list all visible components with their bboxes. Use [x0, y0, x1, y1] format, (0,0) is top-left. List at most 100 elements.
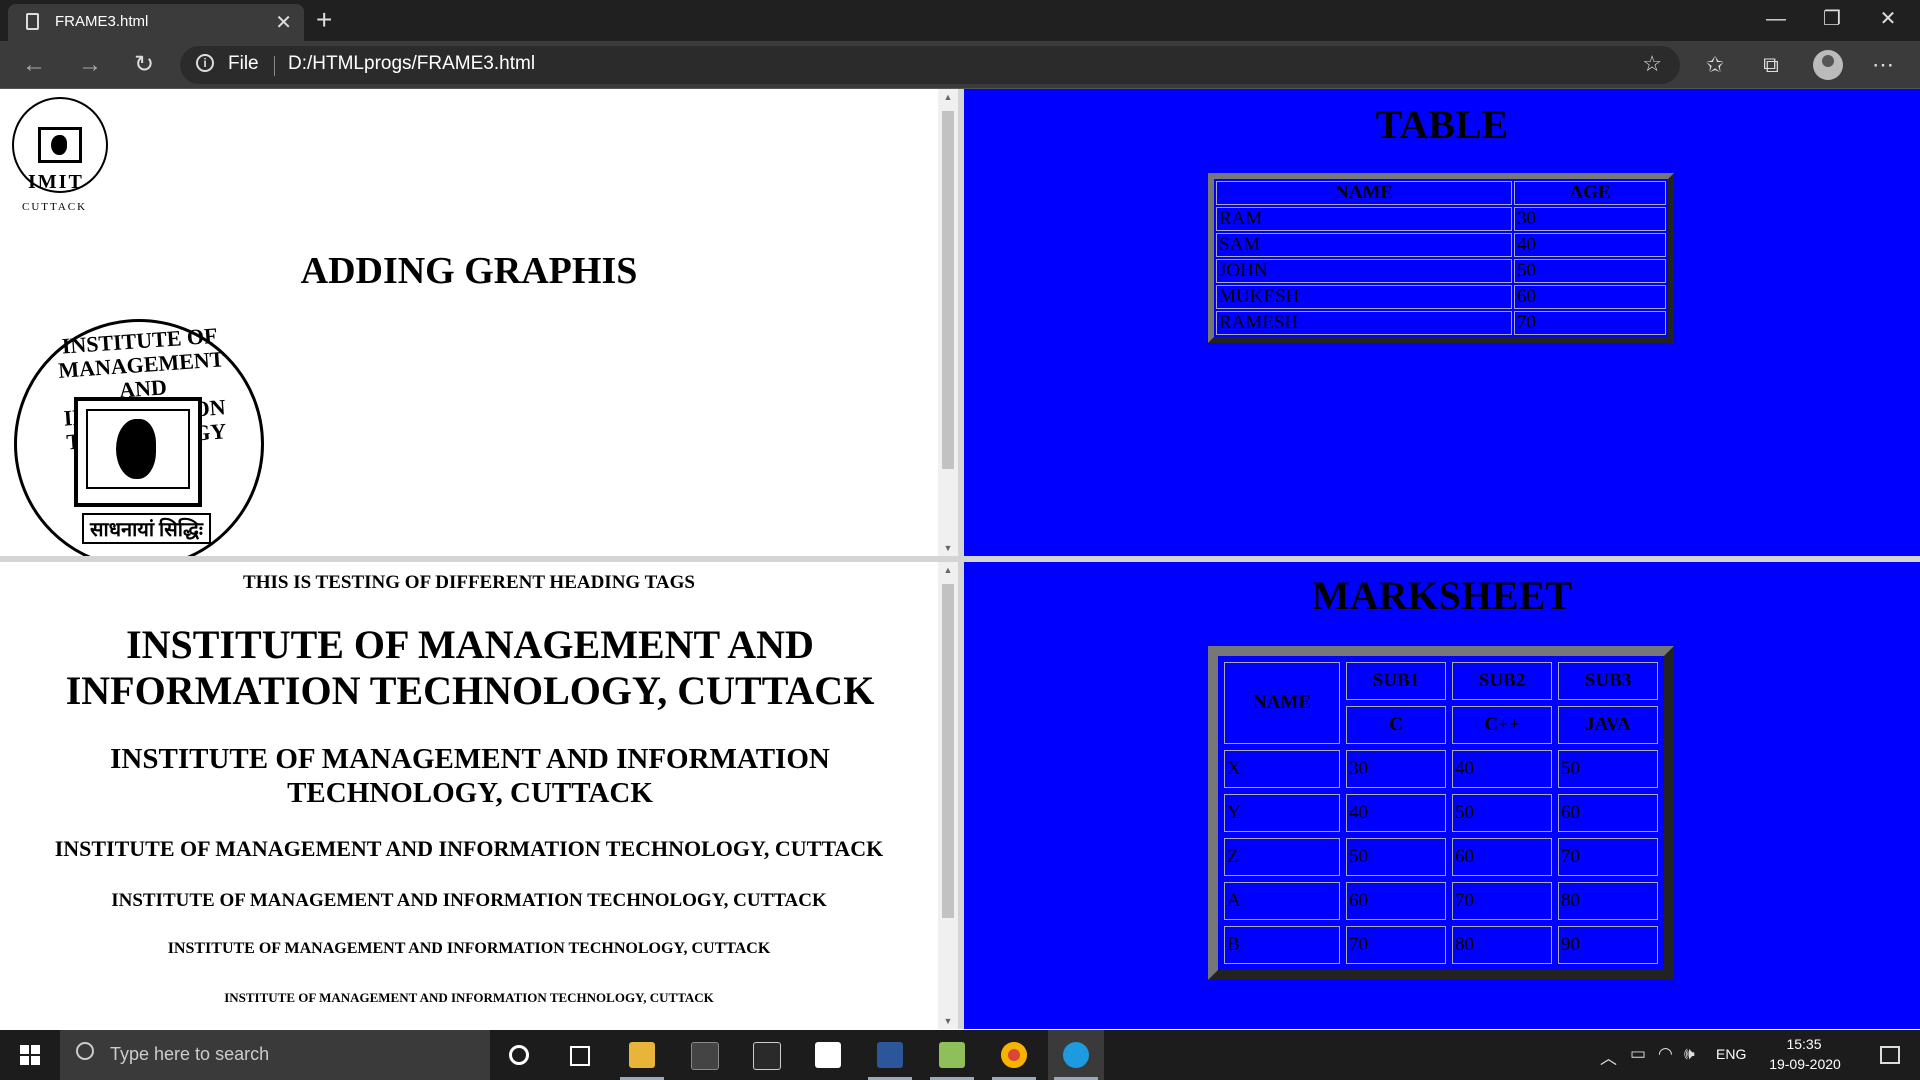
frame-top-right: TABLE NAME AGE RAM 30 SAM 40 JOHN 50 MUKESH…	[964, 89, 1920, 556]
forward-button[interactable]: →	[70, 47, 110, 83]
taskbar-app-n[interactable]	[676, 1030, 732, 1080]
table-row: Z 50 60 70	[1224, 838, 1658, 876]
mark-cell: 80	[1558, 882, 1658, 920]
taskbar-store[interactable]	[800, 1030, 856, 1080]
minimize-button[interactable]: —	[1748, 4, 1804, 34]
taskbar-search[interactable]: Type here to search	[60, 1030, 490, 1080]
restore-button[interactable]: ❐	[1804, 4, 1860, 34]
title-bar: FRAME3.html ✕ + — ❐ ✕	[0, 0, 1920, 41]
taskbar-word[interactable]	[862, 1030, 918, 1080]
mark-cell: 60	[1558, 794, 1658, 832]
document-icon	[26, 13, 39, 30]
favorite-star-icon[interactable]: ☆	[1642, 51, 1662, 77]
table-row: X 30 40 50	[1224, 750, 1658, 788]
scroll-up-arrow-icon[interactable]: ▲	[938, 562, 958, 578]
wifi-icon[interactable]: ◠	[1658, 1044, 1673, 1064]
search-icon	[76, 1042, 94, 1060]
age-cell: 60	[1514, 285, 1666, 309]
app-n-icon	[691, 1042, 719, 1070]
head-silhouette-icon	[116, 419, 156, 479]
marksheet-heading: MARKSHEET	[1311, 573, 1573, 618]
imit-logo-large: INSTITUTE OF MANAGEMENT AND INFORMATION …	[8, 317, 268, 556]
student-cell: Y	[1224, 794, 1340, 832]
refresh-button[interactable]: ↻	[124, 47, 164, 83]
imit-logo-small: IMIT CUTTACK	[10, 97, 110, 217]
collections-icon[interactable]: ⧉	[1751, 49, 1791, 81]
scroll-down-arrow-icon[interactable]: ▼	[938, 1013, 958, 1029]
address-bar[interactable]: i File D:/HTMLprogs/FRAME3.html ☆	[180, 46, 1680, 84]
age-cell: 30	[1514, 207, 1666, 231]
scrollbar[interactable]: ▲ ▼	[938, 562, 958, 1029]
name-cell: SAM	[1216, 233, 1512, 257]
store-icon	[815, 1042, 841, 1068]
word-icon	[877, 1042, 903, 1068]
battery-icon[interactable]: ▭	[1630, 1044, 1646, 1064]
cortana-button[interactable]	[492, 1030, 548, 1080]
back-button[interactable]: ←	[14, 47, 54, 83]
taskbar-epic-games[interactable]	[738, 1030, 794, 1080]
frame-bottom-right: MARKSHEET NAME SUB1 SUB2 SUB3 C C++ JAVA…	[964, 562, 1920, 1029]
scrollbar[interactable]: ▲ ▼	[938, 89, 958, 556]
close-tab-icon[interactable]: ✕	[275, 10, 292, 35]
table-row: MUKESH 60	[1216, 285, 1666, 309]
testing-line: THIS IS TESTING OF DIFFERENT HEADING TAG…	[243, 572, 695, 593]
table-row: B 70 80 90	[1224, 926, 1658, 964]
taskbar-notepad[interactable]	[924, 1030, 980, 1080]
age-cell: 50	[1514, 259, 1666, 283]
mark-cell: 60	[1452, 838, 1552, 876]
scroll-thumb[interactable]	[942, 111, 954, 469]
column-header: AGE	[1514, 181, 1666, 205]
taskbar-edge[interactable]	[1048, 1030, 1104, 1080]
table-row: JOHN 50	[1216, 259, 1666, 283]
heading-h5: INSTITUTE OF MANAGEMENT AND INFORMATION …	[167, 940, 771, 957]
start-button[interactable]	[0, 1030, 60, 1080]
close-window-button[interactable]: ✕	[1860, 4, 1916, 34]
student-cell: A	[1224, 882, 1340, 920]
heading-h3: INSTITUTE OF MANAGEMENT AND INFORMATION …	[54, 836, 884, 861]
mark-cell: 70	[1346, 926, 1446, 964]
subject-header-row: NAME SUB1 SUB2 SUB3	[1224, 662, 1658, 744]
scroll-up-arrow-icon[interactable]: ▲	[938, 89, 958, 105]
clock-time[interactable]: 15:35	[1774, 1036, 1834, 1052]
chevron-up-icon[interactable]: ︿	[1600, 1044, 1617, 1069]
taskbar-file-explorer[interactable]	[614, 1030, 670, 1080]
graphics-heading: ADDING GRAPHIS	[300, 250, 638, 292]
age-cell: 70	[1514, 311, 1666, 335]
age-table: NAME AGE RAM 30 SAM 40 JOHN 50 MUKESH 60 RAM…	[1208, 173, 1674, 343]
notifications-icon[interactable]	[1880, 1046, 1900, 1064]
logo-motto: साधनायां सिद्धिः	[82, 513, 211, 544]
more-menu-icon[interactable]: ⋯	[1863, 49, 1903, 81]
logo-city: CUTTACK	[22, 201, 88, 213]
profile-avatar[interactable]	[1813, 50, 1843, 80]
task-view-button[interactable]	[552, 1030, 608, 1080]
address-toolbar: ← → ↻ i File D:/HTMLprogs/FRAME3.html ☆ …	[0, 41, 1920, 89]
name-cell: RAM	[1216, 207, 1512, 231]
url-text[interactable]: D:/HTMLprogs/FRAME3.html	[288, 53, 535, 75]
subject-header: SUB3	[1558, 662, 1658, 700]
taskbar-chrome[interactable]	[986, 1030, 1042, 1080]
frame-top-left: IMIT CUTTACK ADDING GRAPHIS INSTITUTE OF…	[0, 89, 958, 556]
search-placeholder: Type here to search	[110, 1044, 270, 1064]
table-row: SAM 40	[1216, 233, 1666, 257]
heading-h1: INSTITUTE OF MANAGEMENT AND INFORMATION …	[65, 622, 875, 713]
info-icon[interactable]: i	[196, 54, 214, 72]
scroll-thumb[interactable]	[942, 584, 954, 918]
notepad-icon	[939, 1042, 965, 1068]
tab-frame3[interactable]: FRAME3.html ✕	[8, 4, 304, 41]
mark-cell: 70	[1452, 882, 1552, 920]
windows-logo-icon	[31, 1056, 40, 1065]
clock-date[interactable]: 19-09-2020	[1758, 1056, 1852, 1072]
new-tab-button[interactable]: +	[316, 4, 332, 36]
subject-header: SUB1	[1346, 662, 1446, 700]
language-indicator[interactable]: ENG	[1716, 1046, 1746, 1062]
monitor-icon	[74, 397, 202, 507]
favorites-icon[interactable]: ✩	[1695, 49, 1735, 81]
table-row: Y 40 50 60	[1224, 794, 1658, 832]
logo-abbreviation: IMIT	[28, 171, 84, 193]
name-cell: MUKESH	[1216, 285, 1512, 309]
scroll-down-arrow-icon[interactable]: ▼	[938, 540, 958, 556]
name-header: NAME	[1224, 662, 1340, 744]
marksheet-table: NAME SUB1 SUB2 SUB3 C C++ JAVA X 30 40 50 Y…	[1208, 646, 1674, 980]
mark-cell: 80	[1452, 926, 1552, 964]
volume-icon[interactable]: 🕪	[1684, 1044, 1695, 1064]
